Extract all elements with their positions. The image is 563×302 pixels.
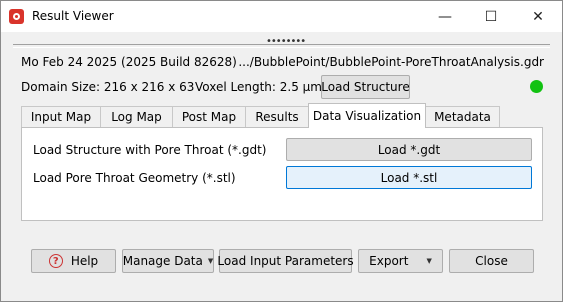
load-gdt-button[interactable]: Load *.gdt [286, 138, 532, 161]
tab-input-map[interactable]: Input Map [21, 106, 101, 127]
maximize-icon[interactable]: ☐ [468, 1, 514, 32]
tab-data-visualization[interactable]: Data Visualization [308, 103, 426, 128]
chevron-down-icon: ▼ [207, 257, 214, 265]
help-icon: ? [48, 254, 63, 268]
tab-post-map[interactable]: Post Map [172, 106, 246, 127]
load-structure-button[interactable]: Load Structure [321, 75, 410, 99]
tab-results[interactable]: Results [245, 106, 309, 127]
load-stl-button[interactable]: Load *.stl [286, 166, 532, 189]
load-stl-label: Load Pore Throat Geometry (*.stl) [33, 171, 236, 185]
load-input-parameters-button[interactable]: Load Input Parameters [217, 249, 354, 273]
build-date: Mo Feb 24 2025 (2025 Build 82628) [21, 55, 237, 69]
close-window-icon[interactable]: ✕ [515, 1, 561, 32]
load-gdt-label: Load Structure with Pore Throat (*.gdt) [33, 143, 267, 157]
close-button[interactable]: Close [449, 249, 534, 273]
voxel-length: Voxel Length: 2.5 µm [195, 80, 322, 94]
minimize-icon[interactable]: — [422, 1, 468, 32]
status-indicator-icon [530, 80, 543, 93]
export-label: Export [369, 254, 409, 268]
window-title: Result Viewer [32, 9, 114, 23]
export-dropdown[interactable]: Export ▼ [358, 249, 443, 273]
chevron-down-icon: ▼ [426, 257, 432, 265]
splitter-handle[interactable] [13, 44, 550, 48]
title-bar[interactable]: Result Viewer — ☐ ✕ [1, 1, 562, 32]
manage-data-label: Manage Data [122, 254, 203, 268]
result-viewer-window: Result Viewer — ☐ ✕ •••••••• Mo Feb 24 2… [0, 0, 563, 302]
help-label: Help [70, 254, 99, 268]
app-logo-icon [9, 9, 24, 24]
help-button[interactable]: ? Help [31, 249, 116, 273]
manage-data-dropdown[interactable]: Manage Data ▼ [122, 249, 214, 273]
result-file-path: .../BubblePoint/BubblePoint-PoreThroatAn… [238, 55, 544, 69]
tab-metadata[interactable]: Metadata [425, 106, 500, 127]
domain-size: Domain Size: 216 x 216 x 63 [21, 80, 195, 94]
tab-log-map[interactable]: Log Map [100, 106, 173, 127]
